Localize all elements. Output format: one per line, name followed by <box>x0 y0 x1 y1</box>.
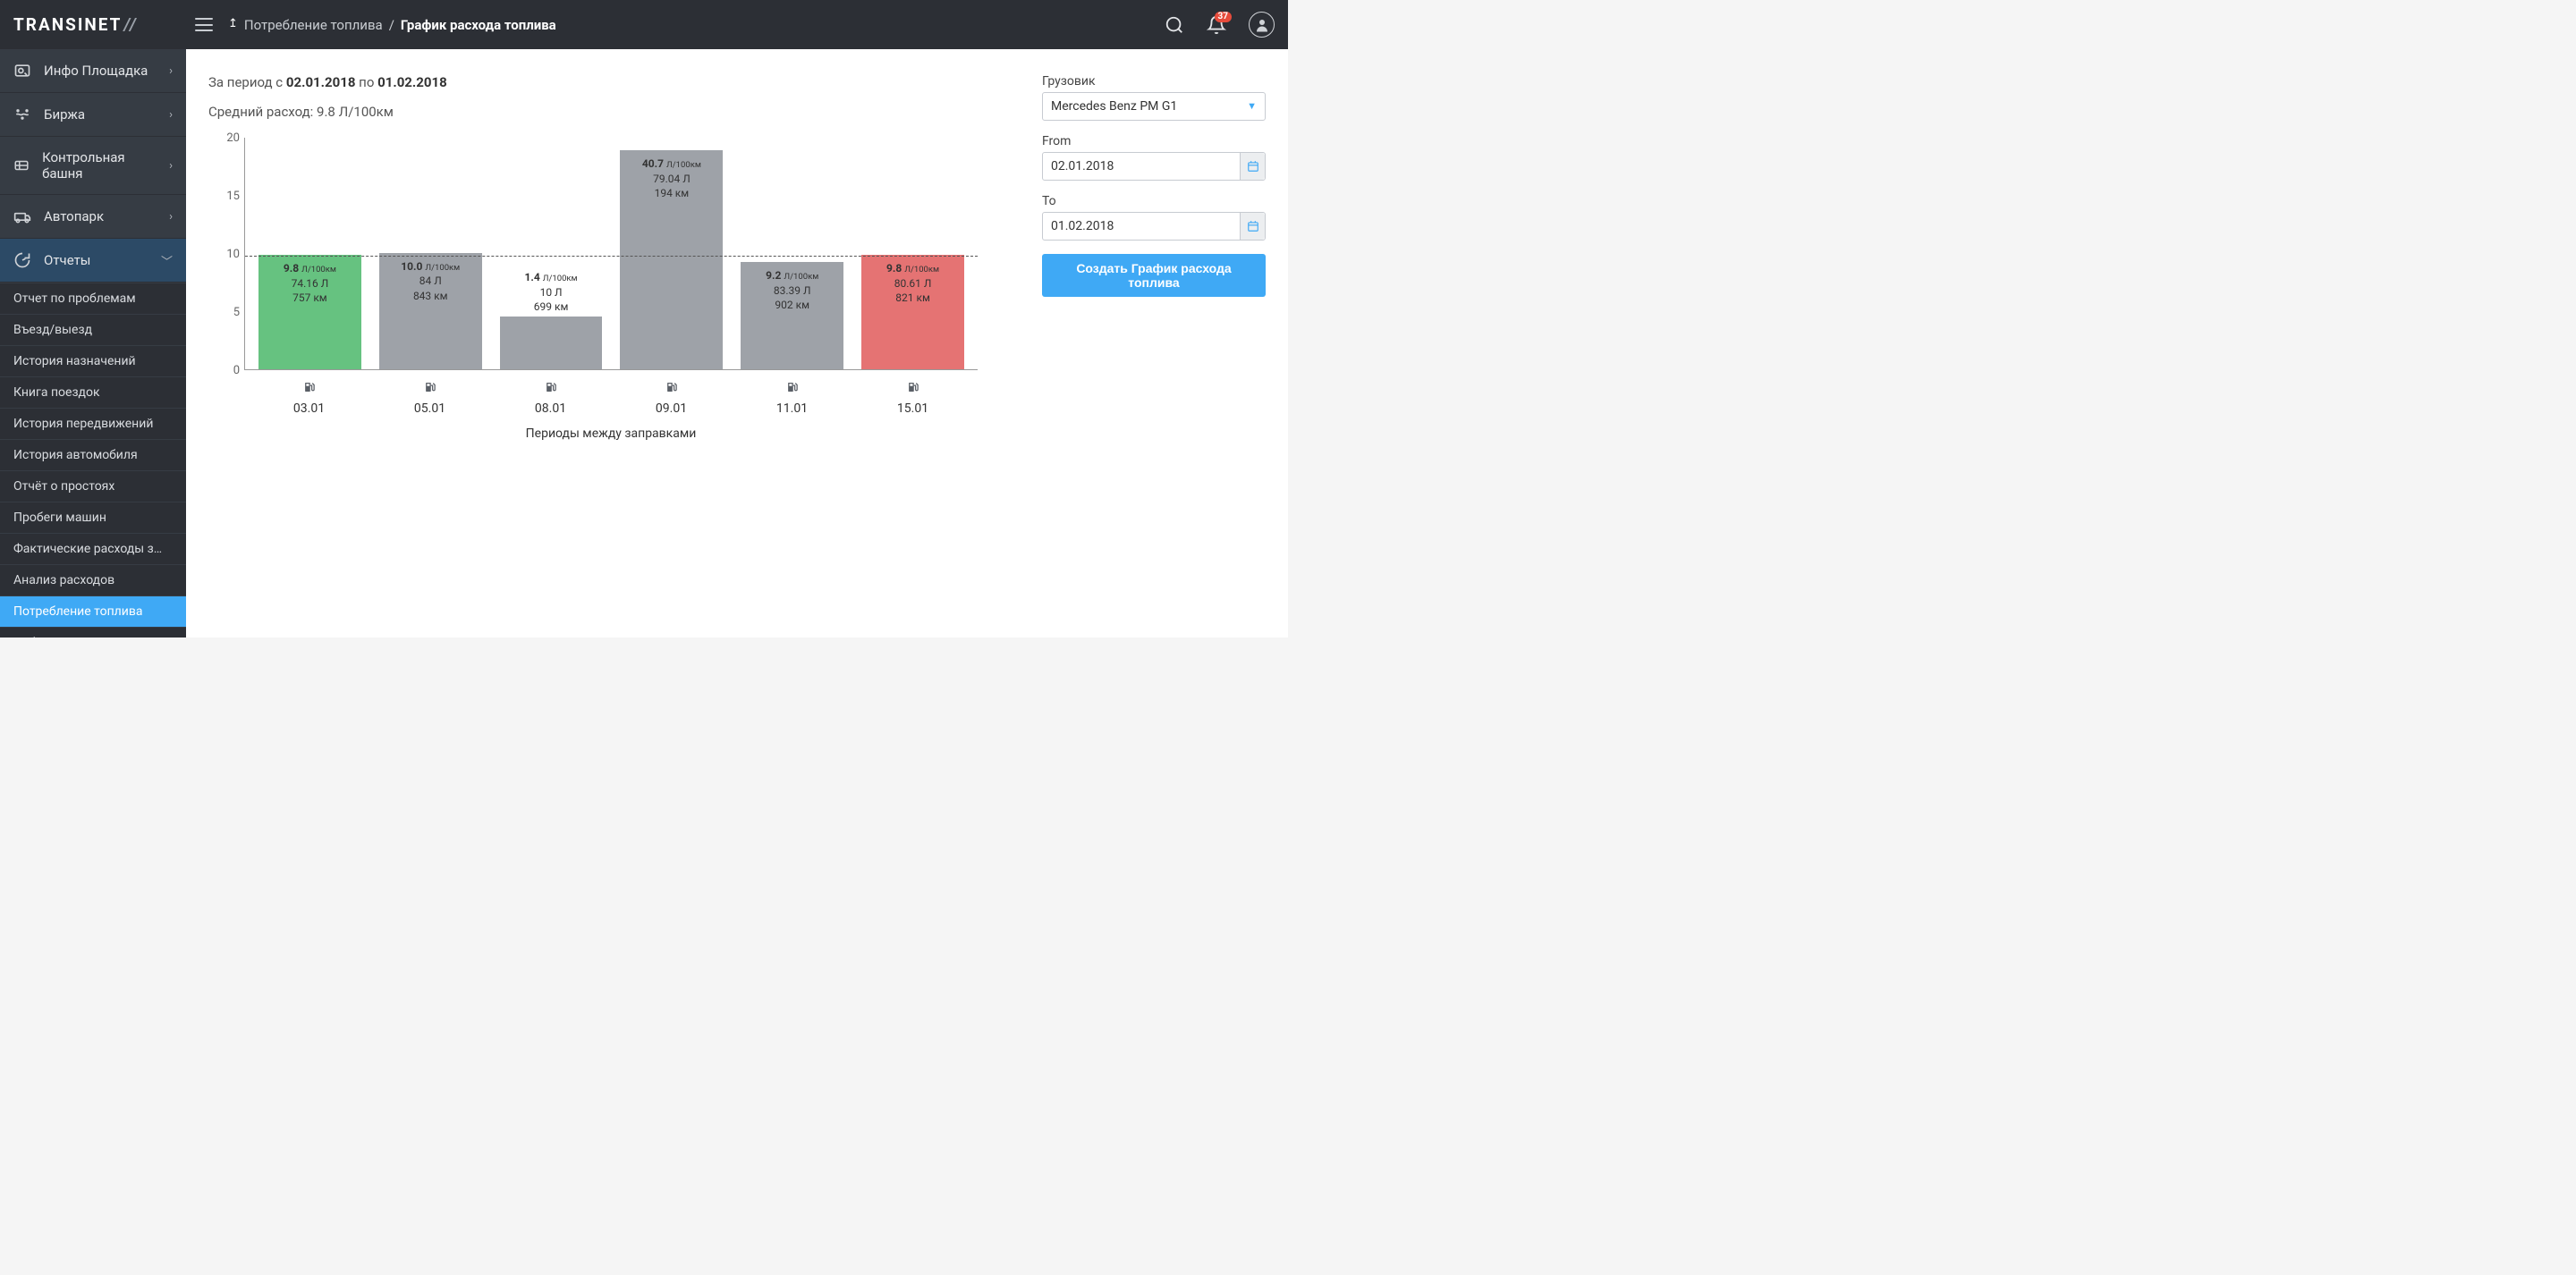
notifications-badge: 37 <box>1215 12 1232 22</box>
bar-value-label: 9.8 Л/100км74.16 Л757 км <box>258 258 361 308</box>
chevron-right-icon: › <box>169 108 173 122</box>
bar-value-label: 9.2 Л/100км83.39 Л902 км <box>741 266 843 315</box>
chart-bar: 9.2 Л/100км83.39 Л902 км <box>741 262 843 369</box>
sidebar-icon <box>13 62 31 80</box>
y-axis-tick: 10 <box>217 248 240 261</box>
main-content: За период с 02.01.2018 по 01.02.2018 Сре… <box>186 49 1288 638</box>
breadcrumb-separator: / <box>389 17 394 33</box>
sidebar-item-label: Биржа <box>44 106 85 122</box>
sidebar-item-label: Отчеты <box>44 252 90 268</box>
sidebar-sub-item[interactable]: История передвижений <box>0 408 186 439</box>
fuel-pump-icon <box>906 379 919 397</box>
caret-down-icon: ▼ <box>1247 100 1257 112</box>
generate-chart-button[interactable]: Создать График расхода топлива <box>1042 254 1266 297</box>
sidebar: Инфо Площадка›Биржа›Контрольная башня›Ав… <box>0 49 186 638</box>
chevron-right-icon: › <box>169 64 173 78</box>
x-axis-tick: 09.01 <box>620 379 723 416</box>
search-icon[interactable] <box>1165 15 1184 35</box>
sidebar-sub-item[interactable]: События в геозонах <box>0 627 186 638</box>
notifications-icon[interactable]: 37 <box>1207 15 1226 35</box>
chart-bar: 9.8 Л/100км74.16 Л757 км <box>258 255 361 368</box>
fuel-pump-icon <box>544 379 557 397</box>
sidebar-sub-item[interactable]: Потребление топлива <box>0 595 186 627</box>
from-date-input[interactable]: 02.01.2018 <box>1042 152 1266 181</box>
fuel-pump-icon <box>665 379 678 397</box>
brand-logo[interactable]: TRANSINET // <box>13 14 138 35</box>
sidebar-sub-item[interactable]: Пробеги машин <box>0 502 186 533</box>
y-axis-tick: 15 <box>217 190 240 203</box>
sidebar-icon <box>13 156 30 174</box>
breadcrumb: ↥ Потребление топлива / График расхода т… <box>228 17 556 33</box>
sidebar-sub-item[interactable]: Отчёт о простоях <box>0 470 186 502</box>
sidebar-sub-item[interactable]: Въезд/выезд <box>0 314 186 345</box>
chart-bar: 10.0 Л/100км84 Л843 км <box>379 253 482 369</box>
sidebar-item[interactable]: Инфо Площадка › <box>0 49 186 93</box>
x-axis-tick: 03.01 <box>258 379 360 416</box>
x-axis-tick: 15.01 <box>861 379 964 416</box>
sidebar-item-label: Инфо Площадка <box>44 63 148 79</box>
logo-block: TRANSINET // <box>13 14 179 35</box>
sidebar-icon <box>13 251 31 269</box>
bar-value-label: 40.7 Л/100км79.04 Л194 км <box>620 154 723 203</box>
y-axis-tick: 0 <box>217 364 240 377</box>
sidebar-sub-item[interactable]: История назначений <box>0 345 186 376</box>
truck-select[interactable]: Mercedes Benz PM G1 ▼ <box>1042 92 1266 121</box>
chart-bar: 40.7 Л/100км79.04 Л194 км <box>620 150 723 368</box>
filters-panel: Грузовик Mercedes Benz PM G1 ▼ From 02.0… <box>1042 74 1266 613</box>
header: TRANSINET // ↥ Потребление топлива / Гра… <box>0 0 1288 49</box>
breadcrumb-current: График расхода топлива <box>401 17 556 33</box>
truck-select-value: Mercedes Benz PM G1 <box>1051 99 1177 114</box>
x-axis-tick: 11.01 <box>741 379 843 416</box>
chart-bar: 1.4 Л/100км10 Л699 км <box>500 317 603 369</box>
average-consumption: Средний расход: 9.8 Л/100км <box>208 104 1020 120</box>
sidebar-item[interactable]: Отчеты ﹀ <box>0 239 186 283</box>
fuel-pump-icon <box>302 379 316 397</box>
bar-value-label: 1.4 Л/100км10 Л699 км <box>500 267 603 317</box>
chevron-right-icon: › <box>169 159 173 173</box>
user-avatar[interactable] <box>1249 12 1275 38</box>
y-axis-tick: 20 <box>217 131 240 145</box>
breadcrumb-parent[interactable]: Потребление топлива <box>244 17 383 33</box>
sidebar-icon <box>13 106 31 123</box>
brand-slash: // <box>123 14 137 35</box>
from-date-value: 02.01.2018 <box>1051 159 1114 173</box>
calendar-icon[interactable] <box>1240 153 1265 180</box>
sidebar-sub-item[interactable]: История автомобиля <box>0 439 186 470</box>
to-date-input[interactable]: 01.02.2018 <box>1042 212 1266 241</box>
bar-value-label: 9.8 Л/100км80.61 Л821 км <box>861 258 964 308</box>
fuel-pump-icon <box>423 379 436 397</box>
from-label: From <box>1042 134 1266 148</box>
sidebar-sub-item[interactable]: Анализ расходов <box>0 564 186 595</box>
fuel-consumption-chart: 9.8 Л/100км74.16 Л757 км 10.0 Л/100км84 Л… <box>208 138 978 442</box>
sidebar-item-label: Контрольная башня <box>42 149 157 182</box>
bar-value-label: 10.0 Л/100км84 Л843 км <box>379 257 482 306</box>
sidebar-item-label: Автопарк <box>44 208 104 224</box>
chart-x-axis-title: Периоды между заправками <box>244 426 978 441</box>
chart-bar: 9.8 Л/100км80.61 Л821 км <box>861 255 964 368</box>
fuel-pump-icon <box>785 379 799 397</box>
x-axis-tick: 05.01 <box>378 379 481 416</box>
to-label: To <box>1042 194 1266 208</box>
chevron-down-icon: ﹀ <box>161 252 173 269</box>
sidebar-sub-item[interactable]: Книга поездок <box>0 376 186 408</box>
sidebar-item[interactable]: Биржа › <box>0 93 186 137</box>
sidebar-icon <box>13 207 31 225</box>
chevron-right-icon: › <box>169 210 173 224</box>
hamburger-menu-icon[interactable] <box>192 16 215 34</box>
sidebar-item[interactable]: Автопарк › <box>0 195 186 239</box>
brand-text: TRANSINET <box>13 14 122 35</box>
sidebar-sub-item[interactable]: Отчет по проблемам <box>0 283 186 314</box>
truck-filter-label: Грузовик <box>1042 74 1266 89</box>
to-date-value: 01.02.2018 <box>1051 219 1114 233</box>
x-axis-tick: 08.01 <box>499 379 602 416</box>
reference-line <box>245 256 978 257</box>
breadcrumb-arrow-icon: ↥ <box>228 17 238 30</box>
calendar-icon[interactable] <box>1240 213 1265 240</box>
sidebar-sub-item[interactable]: Фактические расходы з… <box>0 533 186 564</box>
period-range: За период с 02.01.2018 по 01.02.2018 <box>208 74 1020 90</box>
y-axis-tick: 5 <box>217 306 240 319</box>
sidebar-item[interactable]: Контрольная башня › <box>0 137 186 195</box>
